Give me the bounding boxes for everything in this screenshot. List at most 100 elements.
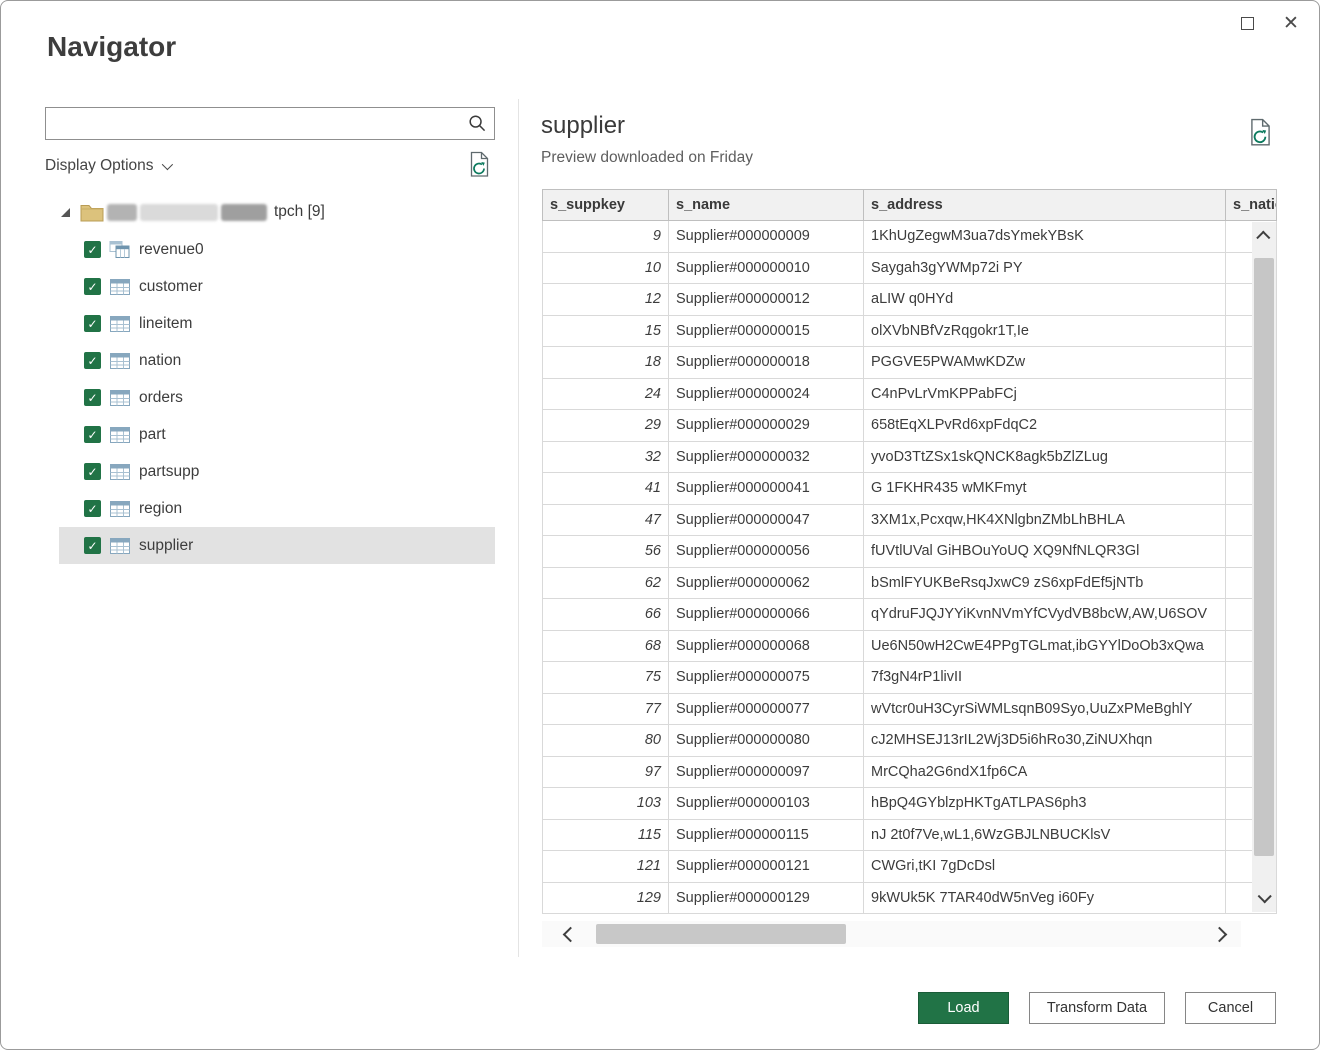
tree-item-lineitem[interactable]: ✓ lineitem: [59, 305, 495, 342]
table-cell: Supplier#000000029: [669, 410, 864, 442]
maximize-icon: [1241, 17, 1254, 30]
vertical-scrollbar-thumb[interactable]: [1254, 258, 1274, 856]
chevron-down-icon: [1258, 889, 1272, 903]
checkbox-checked-icon[interactable]: ✓: [84, 352, 101, 369]
horizontal-scrollbar[interactable]: [542, 921, 1241, 947]
table-cell: 129: [543, 883, 669, 915]
table-cell: Supplier#000000024: [669, 379, 864, 411]
table-row: 10Supplier#000000010Saygah3gYWMp72i PY: [542, 253, 1277, 285]
tree-item-label: lineitem: [139, 315, 192, 333]
table-cell: aLIW q0HYd: [864, 284, 1226, 316]
column-header-s_address[interactable]: s_address: [864, 190, 1226, 221]
tree-item-label: nation: [139, 352, 181, 370]
column-header-s_natio[interactable]: s_natio: [1226, 190, 1277, 221]
table-cell: Supplier#000000062: [669, 568, 864, 600]
table-cell: Supplier#000000015: [669, 316, 864, 348]
column-header-s_suppkey[interactable]: s_suppkey: [543, 190, 669, 221]
chevron-left-icon: [562, 926, 578, 942]
maximize-button[interactable]: [1225, 5, 1269, 41]
search-icon[interactable]: [460, 114, 494, 133]
table-row: 15Supplier#000000015olXVbNBfVzRqgokr1T,I…: [542, 316, 1277, 348]
table-cell: Supplier#000000115: [669, 820, 864, 852]
table-icon: [109, 501, 130, 517]
expander-icon[interactable]: [61, 208, 70, 217]
table-row: 18Supplier#000000018PGGVE5PWAMwKDZw: [542, 347, 1277, 379]
refresh-preview-icon[interactable]: [467, 151, 492, 183]
table-cell: 80: [543, 725, 669, 757]
table-row: 115Supplier#000000115nJ 2t0f7Ve,wL1,6WzG…: [542, 820, 1277, 852]
table-cell: 9: [543, 221, 669, 253]
table-cell: Supplier#000000075: [669, 662, 864, 694]
tree-item-customer[interactable]: ✓ customer: [59, 268, 495, 305]
checkbox-checked-icon[interactable]: ✓: [84, 315, 101, 332]
tree-item-revenue0[interactable]: ✓ revenue0: [59, 231, 495, 268]
checkbox-checked-icon[interactable]: ✓: [84, 278, 101, 295]
table-row: 68Supplier#000000068Ue6N50wH2CwE4PPgTGLm…: [542, 631, 1277, 663]
table-cell: 121: [543, 851, 669, 883]
table-cell: 9kWUk5K 7TAR40dW5nVeg i60Fy: [864, 883, 1226, 915]
table-cell: MrCQha2G6ndX1fp6CA: [864, 757, 1226, 789]
table-cell: 97: [543, 757, 669, 789]
display-options-dropdown[interactable]: Display Options: [45, 153, 170, 179]
table-cell: 658tEqXLPvRd6xpFdqC2: [864, 410, 1226, 442]
chevron-down-icon: [161, 159, 172, 170]
scroll-left-button[interactable]: [554, 921, 586, 947]
tree-item-supplier[interactable]: ✓ supplier: [59, 527, 495, 564]
table-cell: Supplier#000000010: [669, 253, 864, 285]
column-header-s_name[interactable]: s_name: [669, 190, 864, 221]
transform-data-button[interactable]: Transform Data: [1029, 992, 1165, 1024]
tree-item-label: partsupp: [139, 463, 199, 481]
table-icon: [109, 464, 130, 480]
scroll-down-button[interactable]: [1252, 882, 1276, 912]
tree-item-label: region: [139, 500, 182, 518]
tree-item-partsupp[interactable]: ✓ partsupp: [59, 453, 495, 490]
scroll-up-button[interactable]: [1252, 222, 1276, 252]
tree-root-label: tpch [9]: [274, 203, 325, 221]
horizontal-scrollbar-thumb[interactable]: [596, 924, 846, 944]
display-options-label: Display Options: [45, 157, 154, 175]
table-cell: Supplier#000000047: [669, 505, 864, 537]
checkbox-checked-icon[interactable]: ✓: [84, 500, 101, 517]
tree-item-region[interactable]: ✓ region: [59, 490, 495, 527]
table-cell: G 1FKHR435 wMKFmyt: [864, 473, 1226, 505]
table-icon: [109, 279, 130, 295]
redacted-block: [107, 204, 137, 221]
vertical-scrollbar[interactable]: [1252, 222, 1276, 912]
checkbox-checked-icon[interactable]: ✓: [84, 463, 101, 480]
table-cell: Supplier#000000077: [669, 694, 864, 726]
search-input[interactable]: [46, 108, 460, 139]
checkbox-checked-icon[interactable]: ✓: [84, 537, 101, 554]
cancel-button[interactable]: Cancel: [1185, 992, 1276, 1024]
table-cell: Supplier#000000129: [669, 883, 864, 915]
table-row: 56Supplier#000000056fUVtlUVal GiHBOuYoUQ…: [542, 536, 1277, 568]
table-cell: 56: [543, 536, 669, 568]
tree-item-part[interactable]: ✓ part: [59, 416, 495, 453]
load-button[interactable]: Load: [918, 992, 1009, 1024]
redacted-block: [140, 204, 218, 221]
refresh-preview-icon[interactable]: [1247, 118, 1274, 152]
table-cell: 12: [543, 284, 669, 316]
table-row: 41Supplier#000000041G 1FKHR435 wMKFmyt: [542, 473, 1277, 505]
tree-root-tpch[interactable]: tpch [9]: [45, 193, 496, 231]
table-row: 77Supplier#000000077wVtcr0uH3CyrSiWMLsqn…: [542, 694, 1277, 726]
checkbox-checked-icon[interactable]: ✓: [84, 426, 101, 443]
table-icon: [109, 427, 130, 443]
table-cell: 7f3gN4rP1livII: [864, 662, 1226, 694]
checkbox-checked-icon[interactable]: ✓: [84, 241, 101, 258]
table-row: 121Supplier#000000121CWGri,tKI 7gDcDsl: [542, 851, 1277, 883]
table-row: 103Supplier#000000103hBpQ4GYblzpHKTgATLP…: [542, 788, 1277, 820]
table-cell: fUVtlUVal GiHBOuYoUQ XQ9NfNLQR3Gl: [864, 536, 1226, 568]
checkbox-checked-icon[interactable]: ✓: [84, 389, 101, 406]
navigation-tree: tpch [9] ✓: [45, 193, 496, 564]
tree-item-label: revenue0: [139, 241, 204, 259]
scroll-right-button[interactable]: [1203, 921, 1235, 947]
table-row: 9Supplier#0000000091KhUgZegwM3ua7dsYmekY…: [542, 221, 1277, 253]
tree-item-nation[interactable]: ✓ nation: [59, 342, 495, 379]
tree-item-orders[interactable]: ✓ orders: [59, 379, 495, 416]
table-cell: Saygah3gYWMp72i PY: [864, 253, 1226, 285]
table-row: 29Supplier#000000029658tEqXLPvRd6xpFdqC2: [542, 410, 1277, 442]
close-button[interactable]: ✕: [1269, 5, 1313, 41]
table-cell: 24: [543, 379, 669, 411]
tree-item-label: supplier: [139, 537, 193, 555]
table-cell: Supplier#000000121: [669, 851, 864, 883]
